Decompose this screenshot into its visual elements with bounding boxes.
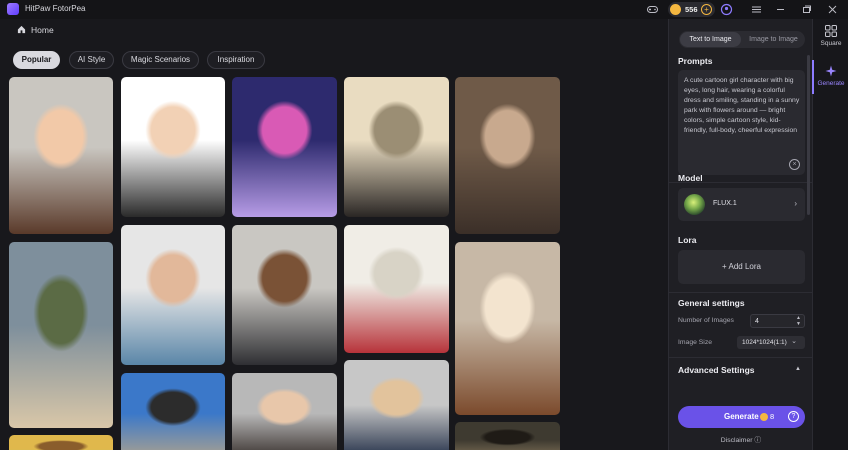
gallery-card[interactable]: bald-man-glasses	[121, 225, 225, 365]
gallery-card[interactable]: portrait-woman-braid	[9, 77, 113, 234]
gallery-card[interactable]: forest-woman	[455, 422, 560, 450]
home-icon	[17, 25, 26, 34]
advanced-settings-title[interactable]: Advanced Settings	[678, 365, 755, 375]
gallery-card[interactable]: blond-man-portrait	[344, 360, 449, 450]
num-images-stepper[interactable]: 4 ▲ ▼	[750, 314, 805, 328]
rail-label-generate: Generate	[817, 80, 845, 87]
plus-icon[interactable]: +	[701, 4, 712, 15]
gallery-card[interactable]: colorize-couple	[455, 77, 560, 234]
chevron-right-icon: ›	[794, 199, 797, 208]
model-thumbnail	[684, 194, 705, 215]
tab-image-to-image[interactable]: Image to Image	[743, 32, 804, 47]
model-selector[interactable]: FLUX.1 ›	[678, 188, 805, 221]
gallery-card[interactable]: autumn-scene	[9, 435, 113, 450]
mode-switch: Text to Image Image to Image	[679, 31, 805, 48]
right-rail: Square Generate	[812, 19, 848, 450]
info-icon: ⓘ	[754, 437, 762, 444]
panel-scrollbar[interactable]	[807, 55, 810, 215]
stepper-arrows-icon[interactable]: ▲ ▼	[796, 315, 801, 327]
disclaimer-label: Disclaimer	[720, 437, 753, 444]
menu-icon[interactable]	[750, 3, 763, 16]
tab-popular[interactable]: Popular	[13, 51, 60, 69]
generate-cost: 8	[770, 412, 775, 421]
tab-text-to-image[interactable]: Text to Image	[680, 32, 741, 47]
account-icon[interactable]	[720, 3, 733, 16]
maximize-icon[interactable]	[800, 3, 813, 16]
gallery-card[interactable]: business-woman	[232, 225, 337, 365]
general-settings-title: General settings	[678, 298, 745, 308]
prompt-text[interactable]: A cute cartoon girl character with big e…	[684, 76, 800, 135]
tab-ai-style[interactable]: AI Style	[69, 51, 114, 69]
app-logo-icon	[7, 3, 19, 15]
app-title: HitPaw FotorPea	[25, 4, 86, 13]
model-title: Model	[678, 173, 703, 183]
coin-icon	[670, 4, 681, 15]
rail-item-square[interactable]: Square	[813, 25, 848, 47]
rail-label-square: Square	[820, 40, 842, 47]
image-size-label: Image Size	[678, 339, 713, 346]
prompts-title: Prompts	[678, 56, 713, 66]
rail-item-generate[interactable]: Generate	[813, 65, 848, 87]
coin-icon	[760, 413, 768, 421]
minimize-icon[interactable]	[774, 3, 787, 16]
num-images-value: 4	[755, 318, 759, 325]
title-bar: HitPaw FotorPea 556 +	[0, 0, 848, 19]
image-size-value: 1024*1024(1:1)	[742, 339, 787, 346]
help-icon[interactable]: ?	[788, 411, 799, 422]
clear-icon[interactable]: ×	[789, 159, 800, 170]
disclaimer-link[interactable]: Disclaimer ⓘ	[669, 434, 813, 444]
tab-magic-scenarios[interactable]: Magic Scenarios	[122, 51, 199, 69]
gallery-card[interactable]: vintage-couple-field	[9, 242, 113, 428]
gallery-card[interactable]: woman-street	[121, 373, 225, 450]
home-link[interactable]: Home	[17, 25, 54, 37]
generate-panel: Text to Image Image to Image Prompts A c…	[668, 19, 813, 450]
divider	[669, 357, 813, 358]
gallery-card[interactable]: old-photo-restore-man	[344, 77, 449, 217]
lora-title: Lora	[678, 235, 697, 245]
tab-inspiration[interactable]: Inspiration	[207, 51, 265, 69]
template-gallery: portrait-woman-braid cartoon-man-podium …	[0, 77, 668, 450]
close-icon[interactable]	[826, 3, 839, 16]
num-images-label: Number of Images	[678, 317, 734, 324]
image-size-select[interactable]: 1024*1024(1:1) ⌄	[737, 336, 805, 349]
generate-button[interactable]: Generate 8 ?	[678, 406, 805, 428]
prompt-input[interactable]: A cute cartoon girl character with big e…	[678, 70, 805, 175]
coin-balance[interactable]: 556 +	[668, 2, 715, 17]
gallery-card[interactable]: couple-selfie	[232, 373, 337, 450]
gamepad-icon[interactable]	[646, 3, 659, 16]
generate-label: Generate	[724, 412, 759, 421]
model-name: FLUX.1	[713, 200, 737, 207]
coin-count: 556	[685, 5, 698, 14]
rail-active-indicator	[812, 60, 814, 94]
grid-icon	[825, 25, 837, 37]
home-label: Home	[31, 25, 54, 35]
gallery-card[interactable]: purple-bunny-toy	[232, 77, 337, 217]
chevron-down-icon: ⌄	[791, 338, 797, 345]
gallery-card[interactable]: cartoon-man-podium	[121, 77, 225, 217]
gallery-card[interactable]: portrait-woman-smile	[455, 242, 560, 415]
chevron-up-icon[interactable]: ▲	[795, 366, 801, 372]
add-lora-button[interactable]: + Add Lora	[678, 250, 805, 284]
divider	[669, 292, 813, 293]
gallery-card[interactable]: le-consulat-cafe	[344, 225, 449, 353]
sparkle-icon	[825, 65, 837, 77]
